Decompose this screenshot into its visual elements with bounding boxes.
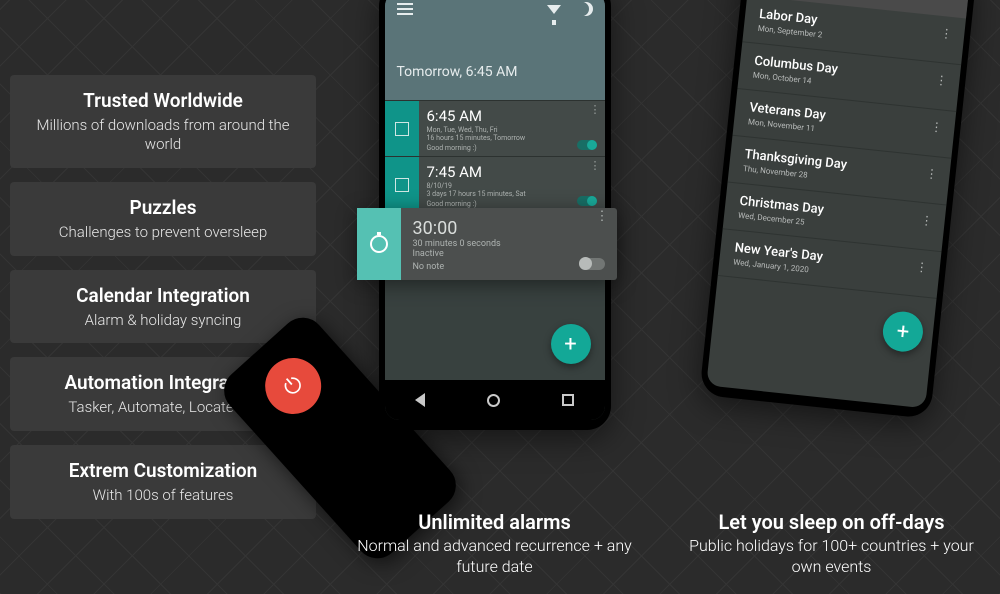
timer-detail: 30 minutes 0 seconds — [413, 239, 605, 249]
back-icon[interactable] — [415, 393, 425, 407]
alarm-stop-icon: ⏻ — [254, 346, 333, 425]
alarm-toggle[interactable] — [577, 196, 597, 206]
alarm-row[interactable]: ⋮ 6:45 AM Mon, Tue, Wed, Thu, Fri 16 hou… — [385, 100, 605, 156]
feature-sub: Challenges to prevent oversleep — [26, 223, 300, 242]
add-offday-button[interactable]: + — [881, 310, 925, 354]
right-panel: Off days ⋮ Labor Day Mon, September 2 ⋮ … — [663, 0, 1000, 594]
feature-card: Calendar Integration Alarm & holiday syn… — [10, 270, 316, 344]
alarm-time: 7:45 AM — [427, 163, 597, 181]
feature-card: Extrem Customization With 100s of featur… — [10, 445, 316, 519]
alarm-days: Mon, Tue, Wed, Thu, Fri — [427, 126, 597, 134]
more-icon[interactable]: ⋮ — [940, 30, 953, 37]
timer-toggle[interactable] — [579, 258, 605, 270]
feature-title: Puzzles — [26, 196, 300, 219]
alarm-note: Good morning :) — [427, 144, 597, 152]
phone-mockup-offdays: Off days ⋮ Labor Day Mon, September 2 ⋮ … — [699, 0, 977, 419]
feature-title: Trusted Worldwide — [26, 89, 300, 112]
feature-sub: With 100s of features — [26, 486, 300, 505]
timer-status: Inactive — [413, 249, 605, 259]
more-icon[interactable]: ⋮ — [596, 214, 609, 220]
more-icon[interactable]: ⋮ — [590, 163, 599, 169]
alarm-toggle[interactable] — [577, 140, 597, 150]
feature-card: Puzzles Challenges to prevent oversleep — [10, 182, 316, 256]
timer-note: No note — [413, 262, 605, 272]
caption-sub: Public holidays for 100+ countries + you… — [675, 536, 988, 578]
more-icon[interactable]: ⋮ — [921, 217, 934, 224]
next-alarm-label: Tomorrow, 6:45 AM — [397, 64, 593, 80]
more-icon[interactable]: ⋮ — [935, 77, 948, 84]
timer-time: 30:00 — [413, 218, 605, 239]
more-icon[interactable]: ⋮ — [926, 170, 939, 177]
more-icon[interactable]: ⋮ — [916, 264, 929, 271]
android-navbar — [385, 380, 605, 420]
feature-title: Extrem Customization — [26, 459, 300, 482]
more-icon[interactable]: ⋮ — [930, 123, 943, 130]
alarm-days: 8/10/19 — [427, 182, 597, 190]
repeat-icon — [385, 157, 419, 212]
alarm-app-header: Tomorrow, 6:45 AM — [385, 0, 605, 100]
alarm-row[interactable]: ⋮ 7:45 AM 8/10/19 3 days 17 hours 15 min… — [385, 156, 605, 212]
alarm-countdown: 3 days 17 hours 15 minutes, Sat — [427, 190, 597, 198]
middle-panel: Tomorrow, 6:45 AM ⋮ 6:45 AM Mon, Tue, We… — [326, 0, 663, 594]
right-caption: Let you sleep on off-days Public holiday… — [663, 510, 1000, 578]
feature-sub: Alarm & holiday syncing — [26, 311, 300, 330]
repeat-icon — [385, 101, 419, 156]
timer-card[interactable]: ⋮ 30:00 30 minutes 0 seconds Inactive No… — [357, 208, 617, 280]
add-alarm-button[interactable]: + — [551, 324, 591, 364]
alarm-note: Good morning :) — [427, 200, 597, 208]
more-icon[interactable]: ⋮ — [590, 107, 599, 113]
menu-icon[interactable] — [397, 3, 413, 15]
feature-sub: Millions of downloads from around the wo… — [26, 116, 300, 154]
feature-card: Trusted Worldwide Millions of downloads … — [10, 75, 316, 168]
caption-title: Unlimited alarms — [338, 510, 651, 534]
filter-icon[interactable] — [547, 5, 561, 14]
recents-icon[interactable] — [562, 394, 574, 406]
alarm-countdown: 16 hours 15 minutes, Tomorrow — [427, 134, 597, 142]
middle-caption: Unlimited alarms Normal and advanced rec… — [326, 510, 663, 578]
feature-column: Trusted Worldwide Millions of downloads … — [0, 0, 326, 594]
caption-sub: Normal and advanced recurrence + any fut… — [338, 536, 651, 578]
caption-title: Let you sleep on off-days — [675, 510, 988, 534]
alarm-time: 6:45 AM — [427, 107, 597, 125]
home-icon[interactable] — [487, 394, 500, 407]
night-mode-icon[interactable] — [579, 2, 593, 16]
phone-mockup-alarms: Tomorrow, 6:45 AM ⋮ 6:45 AM Mon, Tue, We… — [379, 0, 611, 430]
feature-title: Calendar Integration — [26, 284, 300, 307]
stopwatch-icon — [357, 208, 401, 280]
